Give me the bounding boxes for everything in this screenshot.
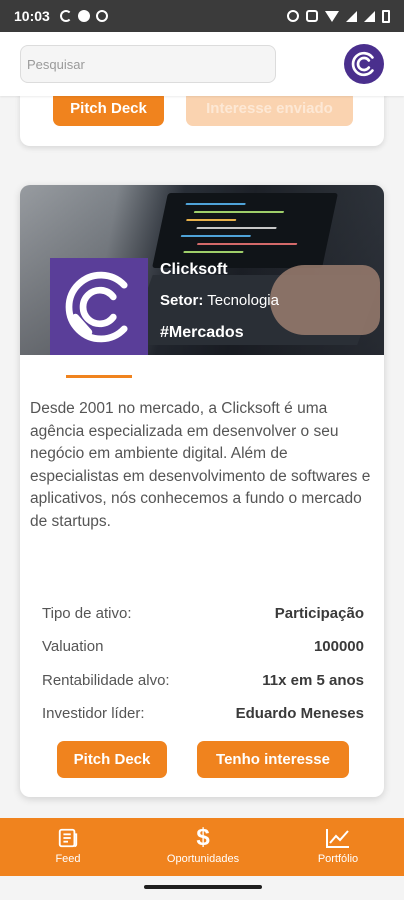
info-value: Participação bbox=[274, 605, 364, 622]
info-label: Investidor líder: bbox=[42, 705, 145, 722]
hands-illustration bbox=[270, 265, 380, 335]
circle-icon bbox=[77, 10, 90, 22]
bottom-navigation: Feed $ Oportunidades Portfólio bbox=[0, 818, 404, 876]
nav-label: Feed bbox=[55, 853, 81, 865]
company-description: Desde 2001 no mercado, a Clicksoft é uma… bbox=[30, 400, 371, 530]
company-cover-image: Clicksoft Setor: Tecnologia #Mercados bbox=[20, 185, 384, 355]
chart-line-icon bbox=[325, 826, 351, 850]
info-label: Valuation bbox=[42, 638, 104, 655]
info-row-lead-investor: Investidor líder: Eduardo Meneses bbox=[42, 705, 364, 722]
info-row-valuation: Valuation 100000 bbox=[42, 638, 364, 655]
shield-icon bbox=[95, 10, 108, 22]
g-icon bbox=[59, 10, 72, 22]
tab-indicator bbox=[66, 375, 132, 378]
pitch-deck-button[interactable]: Pitch Deck bbox=[57, 741, 167, 778]
laptop-screen-illustration bbox=[152, 193, 338, 268]
search-input[interactable] bbox=[20, 45, 276, 83]
info-row-target-return: Rentabilidade alvo: 11x em 5 anos bbox=[42, 672, 364, 689]
app-header bbox=[0, 32, 404, 96]
company-logo-icon bbox=[50, 258, 148, 355]
battery-icon bbox=[382, 9, 390, 23]
interest-button[interactable]: Tenho interesse bbox=[197, 741, 349, 778]
nav-item-portfolio[interactable]: Portfólio bbox=[303, 818, 373, 876]
info-value: Eduardo Meneses bbox=[235, 705, 364, 722]
wifi-icon bbox=[325, 10, 339, 22]
sector-label: Setor: bbox=[160, 292, 204, 309]
home-gesture-bar[interactable] bbox=[144, 885, 262, 889]
signal-icon bbox=[364, 10, 375, 22]
newspaper-icon bbox=[57, 826, 79, 850]
company-tag[interactable]: #Mercados bbox=[160, 324, 244, 342]
status-bar: 10:03 bbox=[0, 0, 404, 32]
alarm-icon bbox=[287, 10, 299, 22]
info-row-asset-type: Tipo de ativo: Participação bbox=[42, 605, 364, 622]
dollar-icon: $ bbox=[196, 824, 210, 851]
company-name: Clicksoft bbox=[160, 261, 228, 278]
sector-value: Tecnologia bbox=[207, 292, 279, 309]
signal-icon bbox=[346, 10, 357, 22]
mute-icon bbox=[306, 10, 318, 22]
info-label: Rentabilidade alvo: bbox=[42, 672, 170, 689]
previous-opportunity-card: Pitch Deck Interesse enviado bbox=[20, 90, 384, 146]
nav-item-feed[interactable]: Feed bbox=[38, 818, 98, 876]
nav-label: Oportunidades bbox=[166, 853, 240, 865]
nav-item-opportunities[interactable]: $ Oportunidades bbox=[153, 818, 253, 876]
company-sector: Setor: Tecnologia bbox=[160, 292, 279, 309]
status-time: 10:03 bbox=[14, 8, 50, 24]
clicksoft-logo-icon[interactable] bbox=[344, 44, 384, 84]
opportunity-card: Clicksoft Setor: Tecnologia #Mercados De… bbox=[20, 185, 384, 797]
info-value: 11x em 5 anos bbox=[262, 672, 364, 689]
info-value: 100000 bbox=[313, 638, 364, 655]
info-label: Tipo de ativo: bbox=[42, 605, 132, 622]
nav-label: Portfólio bbox=[317, 853, 359, 865]
